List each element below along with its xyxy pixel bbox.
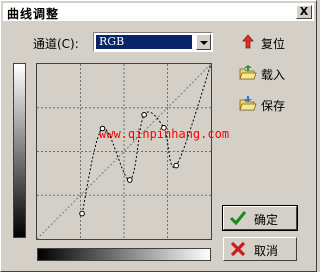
x-icon bbox=[230, 241, 246, 257]
curve-graph[interactable] bbox=[36, 63, 212, 240]
curve-control-point[interactable] bbox=[173, 162, 179, 169]
arrow-up-icon bbox=[242, 34, 254, 49]
reset-button[interactable]: 复位 bbox=[239, 33, 299, 53]
load-button[interactable]: 载入 bbox=[239, 64, 299, 84]
channel-value: RGB bbox=[96, 35, 192, 49]
dialog-title: 曲线调整 bbox=[7, 7, 60, 21]
chevron-down-icon[interactable] bbox=[196, 34, 211, 50]
close-button[interactable]: X bbox=[296, 5, 312, 19]
ok-label: 确定 bbox=[254, 213, 279, 227]
reset-label: 复位 bbox=[261, 37, 286, 51]
save-button[interactable]: 保存 bbox=[239, 95, 299, 115]
title-bar: 曲线调整 X bbox=[3, 3, 314, 21]
curves-dialog: 曲线调整 X 通道(C): RGB www.qinpinhang.com 复位 … bbox=[0, 0, 317, 272]
input-gradient-bar bbox=[37, 248, 211, 261]
checkmark-icon bbox=[230, 211, 246, 226]
cancel-button[interactable]: 取消 bbox=[223, 237, 297, 261]
save-label: 保存 bbox=[261, 99, 286, 113]
curve-control-point[interactable] bbox=[127, 177, 133, 183]
open-folder-icon bbox=[239, 65, 257, 80]
watermark-text: www.qinpinhang.com bbox=[99, 127, 230, 141]
curve-control-point[interactable] bbox=[141, 111, 147, 118]
ok-button[interactable]: 确定 bbox=[222, 205, 298, 231]
channel-label: 通道(C): bbox=[33, 37, 79, 51]
save-folder-icon bbox=[239, 96, 257, 111]
curve-control-point[interactable] bbox=[79, 210, 85, 217]
load-label: 载入 bbox=[261, 68, 286, 82]
channel-select[interactable]: RGB bbox=[93, 32, 213, 52]
output-gradient-bar bbox=[13, 63, 26, 238]
cancel-label: 取消 bbox=[254, 244, 279, 258]
